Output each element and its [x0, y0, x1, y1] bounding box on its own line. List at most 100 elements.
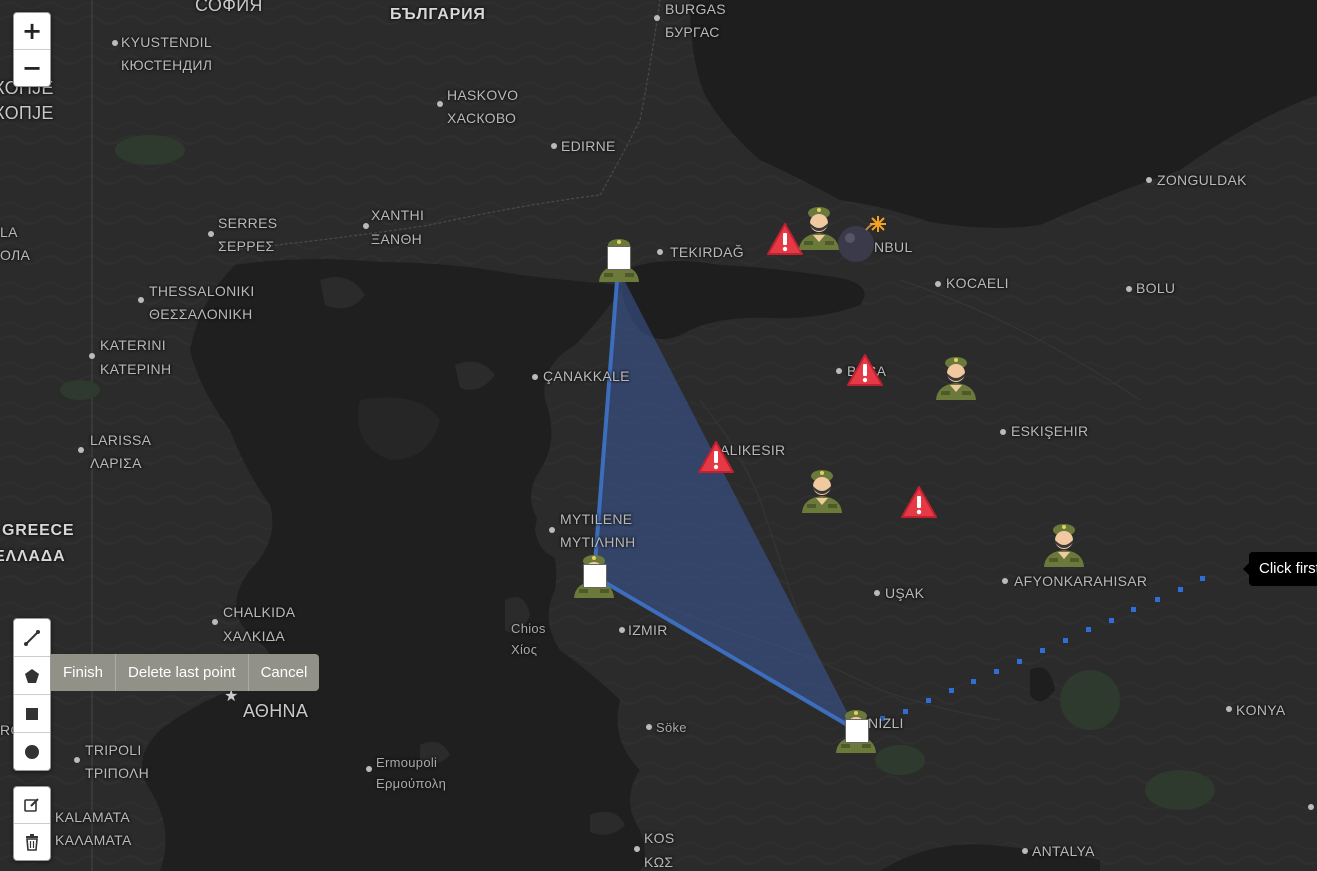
city-label: ΑΘΗΝΑ	[243, 701, 309, 721]
city-dot	[646, 724, 652, 730]
rectangle-icon	[26, 707, 38, 720]
city-label: EDIRNE	[561, 138, 616, 154]
city-dot	[1308, 804, 1314, 810]
city-label: ΚΑΛΑΜΑΤΑ	[55, 832, 132, 848]
city-label: БУРГАС	[665, 24, 720, 40]
city-label: ΛΑΡΙΣΑ	[90, 455, 142, 471]
city-label: BURGAS	[665, 1, 726, 17]
city-label: ХАСКОВО	[447, 110, 517, 126]
draw-polygon-button[interactable]	[14, 656, 50, 694]
city-dot	[74, 757, 80, 763]
draw-actions-bar: Finish Delete last point Cancel	[51, 654, 320, 691]
city-label: THESSALONIKI	[149, 283, 255, 299]
finish-button[interactable]: Finish	[51, 654, 115, 691]
draw-polyline-button[interactable]	[14, 619, 50, 656]
city-dot	[138, 297, 144, 303]
circle-icon	[25, 744, 39, 759]
city-label: КЮСТЕНДИЛ	[121, 57, 213, 73]
polyline-icon	[24, 629, 40, 646]
map-basemap	[0, 0, 1317, 871]
city-label: СОФИЯ	[195, 0, 263, 15]
city-label: KONYA	[1236, 702, 1286, 718]
edit-toolbar	[13, 786, 51, 861]
city-label: Ερμούπολη	[376, 776, 447, 791]
polygon-vertex-handle[interactable]	[845, 719, 869, 743]
draw-circle-button[interactable]	[14, 732, 50, 770]
city-label: SERRES	[218, 215, 278, 231]
city-label: KYUSTENDIL	[121, 34, 212, 50]
city-label: MYTILENE	[560, 511, 633, 527]
draw-rectangle-button[interactable]	[14, 694, 50, 732]
edit-layers-button[interactable]	[14, 787, 50, 823]
city-label: IZMIR	[628, 622, 668, 638]
city-label: КОПЈЕ	[0, 103, 54, 123]
city-dot	[836, 368, 842, 374]
city-label: TRIPOLI	[85, 742, 142, 758]
soldier-icon[interactable]	[1041, 519, 1087, 567]
city-dot	[1126, 286, 1132, 292]
city-dot	[634, 846, 640, 852]
city-label: Chios	[511, 621, 546, 636]
city-dot	[208, 231, 214, 237]
city-dot	[363, 223, 369, 229]
city-dot	[654, 15, 660, 21]
city-label: ОЛА	[0, 247, 31, 263]
city-label: KOS	[644, 830, 675, 846]
city-dot	[549, 527, 555, 533]
city-dot	[1000, 429, 1006, 435]
city-label: ΘΕΣΣΑΛΟΝΙΚΗ	[149, 306, 253, 322]
polygon-vertex-handle[interactable]	[607, 246, 631, 270]
delete-last-point-button[interactable]: Delete last point	[115, 654, 248, 691]
city-label: ΞΑΝΘΗ	[371, 231, 423, 247]
city-label: ESKIŞEHIR	[1011, 423, 1089, 439]
city-label: Χίος	[511, 642, 538, 657]
city-dot	[1022, 848, 1028, 854]
cancel-button[interactable]: Cancel	[247, 654, 320, 691]
city-dot	[874, 590, 880, 596]
edit-icon	[24, 798, 39, 812]
warning-icon[interactable]	[697, 440, 735, 474]
trash-icon	[26, 834, 38, 851]
zoom-out-button[interactable]: −	[14, 49, 50, 86]
zoom-control: + −	[13, 12, 51, 87]
country-label: ΕΛΛΑΔΑ	[0, 548, 66, 565]
city-dot	[1002, 578, 1008, 584]
city-label: BOLU	[1136, 280, 1176, 296]
city-dot	[935, 281, 941, 287]
city-label: KATERINI	[100, 337, 166, 353]
city-label: CHALKIDA	[223, 604, 296, 620]
delete-layers-button[interactable]	[14, 823, 50, 860]
city-label: XANTHI	[371, 207, 425, 223]
warning-icon[interactable]	[846, 353, 884, 387]
city-label: LARISSA	[90, 432, 152, 448]
city-dot	[112, 40, 118, 46]
zoom-in-button[interactable]: +	[14, 13, 50, 49]
city-label: ΣΕΡΡΕΣ	[218, 238, 275, 254]
city-label: ΧΑΛΚΙΔΑ	[223, 628, 286, 644]
soldier-icon[interactable]	[933, 352, 979, 400]
country-label: GREECE	[2, 522, 75, 539]
bomb-icon[interactable]	[836, 212, 892, 266]
city-dot	[1226, 706, 1232, 712]
city-dot	[551, 143, 557, 149]
city-label: KALAMATA	[55, 809, 131, 825]
city-dot	[212, 619, 218, 625]
city-label: Ermoupoli	[376, 755, 438, 770]
city-dot	[657, 249, 663, 255]
city-label: HASKOVO	[447, 87, 519, 103]
country-label: БЪЛГАРИЯ	[390, 6, 486, 23]
city-label: UŞAK	[885, 585, 925, 601]
city-label: ANTALYA	[1032, 843, 1095, 859]
city-label: ΚΩΣ	[644, 854, 674, 870]
soldier-icon[interactable]	[799, 465, 845, 513]
draw-toolbar	[13, 618, 51, 771]
city-dot	[366, 766, 372, 772]
city-dot	[1146, 177, 1152, 183]
map-canvas[interactable]: ★ СОФИЯ БЪЛГАРИЯ BURGAS БУРГАС KYUSTENDI…	[0, 0, 1317, 871]
city-label: ÇANAKKALE	[543, 368, 630, 384]
city-label: KOCAELI	[946, 275, 1009, 291]
warning-icon[interactable]	[900, 485, 938, 519]
polygon-vertex-handle[interactable]	[583, 564, 607, 588]
city-dot	[532, 374, 538, 380]
soldier-icon[interactable]	[796, 202, 842, 250]
